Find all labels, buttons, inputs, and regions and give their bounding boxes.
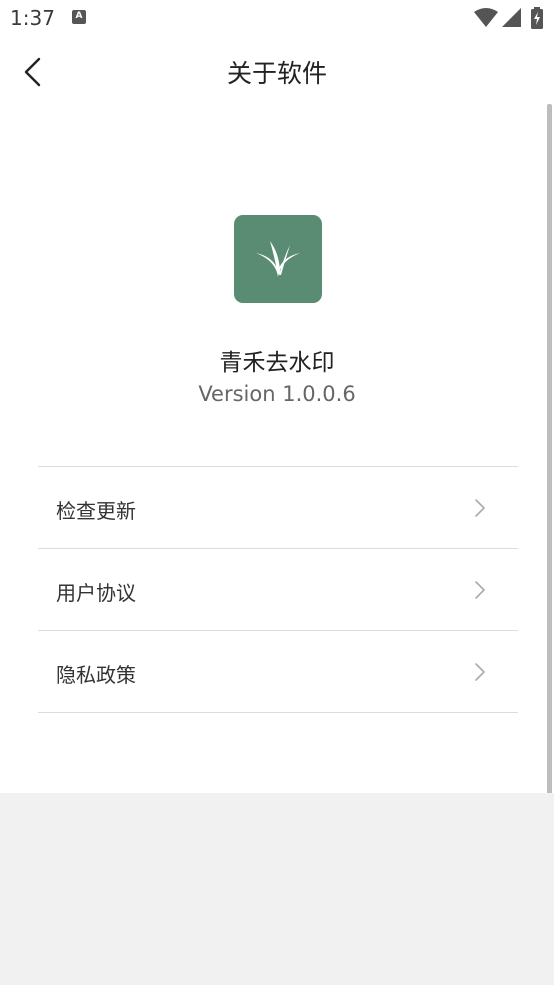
status-bar: 1:37 A — [0, 0, 554, 38]
settings-menu: 检查更新 用户协议 隐私政策 — [38, 466, 518, 713]
bottom-area — [0, 793, 554, 985]
menu-item-privacy-policy[interactable]: 隐私政策 — [38, 631, 518, 713]
app-version: Version 1.0.0.6 — [198, 382, 356, 406]
leaf-icon — [256, 241, 300, 277]
chevron-right-icon — [475, 499, 485, 517]
signal-icon — [502, 8, 521, 27]
menu-item-label: 隐私政策 — [56, 663, 136, 687]
status-time: 1:37 — [10, 6, 55, 30]
menu-item-user-agreement[interactable]: 用户协议 — [38, 549, 518, 631]
battery-icon — [531, 7, 543, 29]
chevron-right-icon — [475, 581, 485, 599]
menu-item-label: 检查更新 — [56, 499, 136, 523]
about-screen: 1:37 A 关于软件 青禾去水印 Version 1.0.0.6 检查更新 用… — [0, 0, 554, 985]
app-name: 青禾去水印 — [219, 350, 335, 376]
chevron-right-icon — [475, 663, 485, 681]
menu-item-label: 用户协议 — [56, 581, 136, 605]
page-title: 关于软件 — [226, 59, 327, 88]
menu-item-check-update[interactable]: 检查更新 — [38, 467, 518, 549]
app-logo — [234, 215, 322, 303]
scrollbar[interactable] — [547, 104, 552, 816]
wifi-icon — [474, 8, 498, 27]
header-bar: 关于软件 — [0, 38, 554, 104]
notification-icon: A — [72, 10, 86, 24]
